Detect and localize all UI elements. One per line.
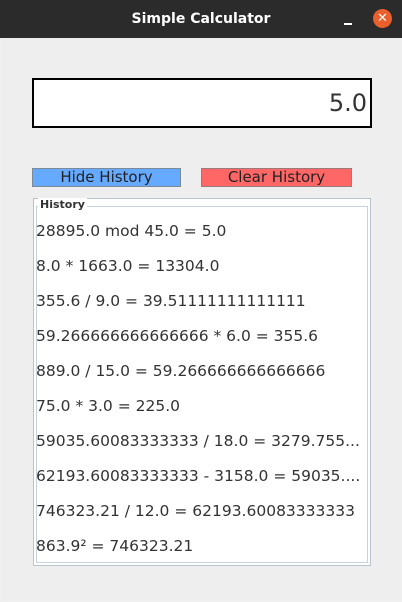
history-legend: History [38, 198, 87, 212]
minimize-icon [344, 23, 352, 25]
history-item[interactable]: 62193.60083333333 - 3158.0 = 59035.... [36, 457, 366, 492]
clear-history-button[interactable]: Clear History [201, 168, 352, 187]
history-item[interactable]: 59.266666666666666 * 6.0 = 355.6 [36, 317, 366, 352]
history-list[interactable]: 28895.0 mod 45.0 = 5.0 8.0 * 1663.0 = 13… [36, 212, 366, 562]
calculator-display[interactable]: 5.0 [32, 78, 372, 128]
history-item[interactable]: 863.9² = 746323.21 [36, 527, 366, 562]
history-item[interactable]: 8.0 * 1663.0 = 13304.0 [36, 247, 366, 282]
close-button[interactable]: ✕ [373, 9, 392, 28]
title-bar: Simple Calculator ✕ [0, 0, 402, 38]
history-item[interactable]: 59035.60083333333 / 18.0 = 3279.755... [36, 422, 366, 457]
close-icon: ✕ [377, 11, 388, 26]
history-item[interactable]: 889.0 / 15.0 = 59.266666666666666 [36, 352, 366, 387]
history-item[interactable]: 746323.21 / 12.0 = 62193.60083333333 [36, 492, 366, 527]
history-item[interactable]: 28895.0 mod 45.0 = 5.0 [36, 212, 366, 247]
history-panel[interactable]: History 28895.0 mod 45.0 = 5.0 8.0 * 166… [33, 198, 371, 566]
history-item[interactable]: 75.0 * 3.0 = 225.0 [36, 387, 366, 422]
calculator-panel: 5.0 Hide History Clear History History 2… [1, 38, 401, 601]
history-item[interactable]: 355.6 / 9.0 = 39.51111111111111 [36, 282, 366, 317]
hide-history-button[interactable]: Hide History [32, 168, 181, 187]
minimize-button[interactable] [337, 10, 357, 30]
